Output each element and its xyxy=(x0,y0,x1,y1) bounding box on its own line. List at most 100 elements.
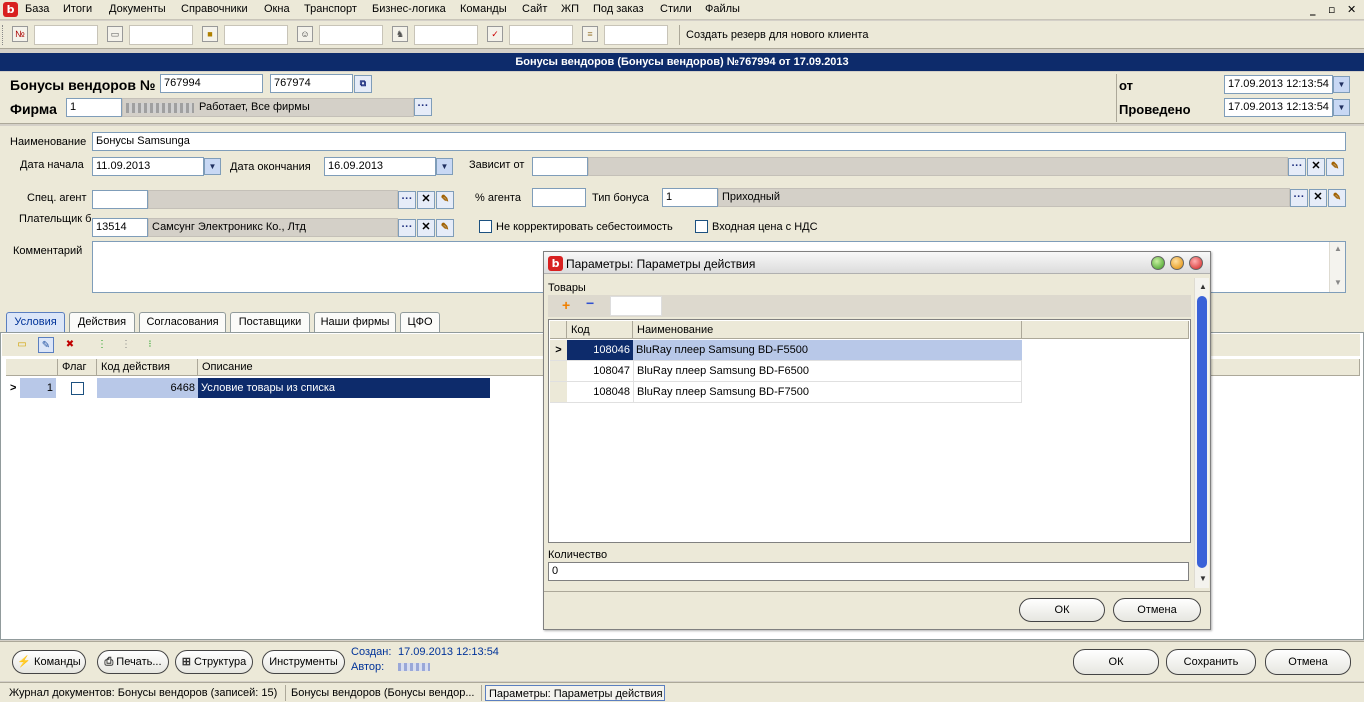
agent-percent-input[interactable] xyxy=(532,188,586,207)
menu-zhp[interactable]: ЖП xyxy=(561,3,579,15)
close-button[interactable]: ✕ xyxy=(1347,3,1356,16)
vat-price-checkbox[interactable] xyxy=(695,220,708,233)
date-from-dropdown-icon[interactable]: ▼ xyxy=(1333,76,1350,93)
row-number[interactable]: 1 xyxy=(20,378,56,398)
person-icon[interactable]: ☺ xyxy=(297,26,313,42)
agent-select-button[interactable]: ··· xyxy=(398,191,416,209)
tab-conditions[interactable]: Условия xyxy=(6,312,65,332)
commands-button[interactable]: ⚡ Команды xyxy=(12,650,86,674)
tab-approvals[interactable]: Согласования xyxy=(139,312,226,332)
menu-transport[interactable]: Транспорт xyxy=(304,3,357,15)
goods-row-code[interactable]: 108048 xyxy=(567,382,633,403)
checklist-icon[interactable]: ✓ xyxy=(487,26,503,42)
cancel-button[interactable]: Отмена xyxy=(1265,649,1351,675)
structure-button[interactable]: ⊞ Структура xyxy=(175,650,253,674)
goods-header-name[interactable]: Наименование xyxy=(633,321,1022,339)
dialog-scrollbar[interactable]: ▲ ▼ xyxy=(1194,278,1209,588)
menu-files[interactable]: Файлы xyxy=(705,3,740,15)
start-date-input[interactable]: 11.09.2013 xyxy=(92,157,204,176)
firm-code-input[interactable]: 1 xyxy=(66,98,122,117)
tree-icon[interactable]: ⁝ xyxy=(142,337,158,353)
print-button[interactable]: ⎙ Печать... xyxy=(97,650,169,674)
goods-row-name[interactable]: BluRay плеер Samsung BD-F5500 xyxy=(633,340,1022,361)
bonus-type-clear-icon[interactable]: ✕ xyxy=(1309,189,1327,207)
restore-button[interactable]: ▫ xyxy=(1328,3,1335,16)
tab-our-firms[interactable]: Наши фирмы xyxy=(314,312,396,332)
menu-commands[interactable]: Команды xyxy=(460,3,507,15)
depends-select-button[interactable]: ··· xyxy=(1288,158,1306,176)
create-reserve-button[interactable]: Создать резерв для нового клиента xyxy=(686,29,868,41)
goods-row-code[interactable]: 108047 xyxy=(567,361,633,382)
menu-site[interactable]: Сайт xyxy=(522,3,547,15)
end-date-input[interactable]: 16.09.2013 xyxy=(324,157,436,176)
menu-documents[interactable]: Документы xyxy=(109,3,166,15)
edit-row-icon[interactable]: ✎ xyxy=(38,337,54,353)
ok-button[interactable]: ОК xyxy=(1073,649,1159,675)
menu-business-logic[interactable]: Бизнес-логика xyxy=(372,3,446,15)
bonus-type-code-input[interactable]: 1 xyxy=(662,188,718,207)
toolbar-field-1[interactable] xyxy=(34,25,98,45)
comment-scrollbar[interactable]: ▲ ▼ xyxy=(1329,242,1345,292)
date-from-input[interactable]: 17.09.2013 12:13:54 xyxy=(1224,75,1333,94)
quantity-input[interactable]: 0 xyxy=(548,562,1189,581)
toolbar-field-6[interactable] xyxy=(509,25,573,45)
tools-button[interactable]: Инструменты xyxy=(262,650,345,674)
grid-header-code[interactable]: Код действия xyxy=(97,359,198,376)
toolbar-field-3[interactable] xyxy=(224,25,288,45)
goods-filter-input[interactable] xyxy=(610,296,662,316)
add-icon[interactable]: + xyxy=(562,297,570,313)
delete-row-icon[interactable]: ✖ xyxy=(62,337,78,353)
dialog-cancel-button[interactable]: Отмена xyxy=(1113,598,1201,622)
dialog-maximize-icon[interactable] xyxy=(1170,256,1184,270)
move-up-icon[interactable]: ⋮ xyxy=(94,337,110,353)
no-adjust-cost-checkbox[interactable] xyxy=(479,220,492,233)
remove-icon[interactable]: − xyxy=(586,295,594,311)
posted-date-input[interactable]: 17.09.2013 12:13:54 xyxy=(1224,98,1333,117)
doc-number-input[interactable]: 767994 xyxy=(160,74,263,93)
move-down-icon[interactable]: ⋮ xyxy=(118,337,134,353)
scroll-up-icon[interactable]: ▲ xyxy=(1331,242,1345,256)
doc-number-input-2[interactable]: 767974 xyxy=(270,74,353,93)
row-description[interactable]: Условие товары из списка xyxy=(198,378,490,398)
goods-row-name[interactable]: BluRay плеер Samsung BD-F6500 xyxy=(633,361,1022,382)
status-bonus-doc[interactable]: Бонусы вендоров (Бонусы вендор... xyxy=(288,685,482,701)
agent-edit-icon[interactable]: ✎ xyxy=(436,191,454,209)
menu-styles[interactable]: Стили xyxy=(660,3,692,15)
bonus-type-select-button[interactable]: ··· xyxy=(1290,189,1308,207)
dialog-ok-button[interactable]: ОК xyxy=(1019,598,1105,622)
box-icon[interactable]: ■ xyxy=(202,26,218,42)
tab-suppliers[interactable]: Поставщики xyxy=(230,312,310,332)
goods-row-code[interactable]: 108046 xyxy=(567,340,633,361)
end-date-dropdown-icon[interactable]: ▼ xyxy=(436,158,453,175)
agent-code-input[interactable] xyxy=(92,190,148,209)
new-row-icon[interactable]: ▭ xyxy=(14,337,30,353)
copy-icon[interactable]: ⧉ xyxy=(354,75,372,93)
payer-code-input[interactable]: 13514 xyxy=(92,218,148,237)
agent-clear-icon[interactable]: ✕ xyxy=(417,191,435,209)
dialog-scroll-down-icon[interactable]: ▼ xyxy=(1196,572,1210,586)
payer-edit-icon[interactable]: ✎ xyxy=(436,219,454,237)
name-input[interactable]: Бонусы Samsunga xyxy=(92,132,1346,151)
payer-clear-icon[interactable]: ✕ xyxy=(417,219,435,237)
bonus-type-edit-icon[interactable]: ✎ xyxy=(1328,189,1346,207)
toolbar-field-4[interactable] xyxy=(319,25,383,45)
menu-baza[interactable]: База xyxy=(25,3,49,15)
dialog-scroll-thumb[interactable] xyxy=(1197,296,1207,568)
firm-select-button[interactable]: ··· xyxy=(414,98,432,116)
toolbar-field-2[interactable] xyxy=(129,25,193,45)
save-button[interactable]: Сохранить xyxy=(1166,649,1256,675)
row-flag-checkbox[interactable] xyxy=(71,382,84,395)
scroll-icon[interactable]: ≡ xyxy=(582,26,598,42)
depends-on-code-input[interactable] xyxy=(532,157,588,176)
params-dialog-titlebar[interactable]: b Параметры: Параметры действия xyxy=(544,252,1210,274)
menu-references[interactable]: Справочники xyxy=(181,3,248,15)
agent-icon[interactable]: ♞ xyxy=(392,26,408,42)
depends-edit-icon[interactable]: ✎ xyxy=(1326,158,1344,176)
row-action-code[interactable]: 6468 xyxy=(97,378,198,398)
page-icon[interactable]: ▭ xyxy=(107,26,123,42)
document-icon[interactable]: № xyxy=(12,26,28,42)
menu-custom-order[interactable]: Под заказ xyxy=(593,3,644,15)
grid-header-flag[interactable]: Флаг xyxy=(58,359,97,376)
start-date-dropdown-icon[interactable]: ▼ xyxy=(204,158,221,175)
dialog-scroll-up-icon[interactable]: ▲ xyxy=(1196,280,1210,294)
